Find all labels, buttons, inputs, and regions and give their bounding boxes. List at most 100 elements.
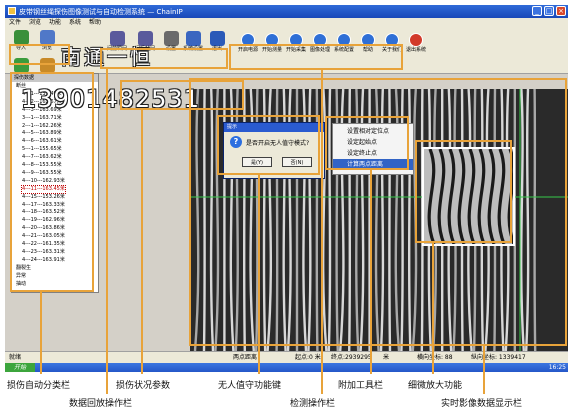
maximize-button[interactable]: □ [544,6,554,16]
distance-unit: 米 [383,354,390,361]
tree-item[interactable]: 4---17---163.33米 [22,202,65,209]
caption-auto-classify: 损伤自动分类栏 [7,381,71,391]
menu-set-start-point[interactable]: 设定起始点 [333,137,413,148]
dialog-title: 提示 [224,123,324,132]
tree-item[interactable]: 4---11---163.45米 [21,184,66,194]
horizontal-coordinate: 横向坐标: 88 [417,354,453,361]
magnifier-panel[interactable] [422,147,515,246]
tree-item[interactable]: 2---1---162.26米 [22,123,62,130]
magnified-image [427,149,513,244]
menu-system[interactable]: 系统 [69,18,81,27]
tree-item[interactable]: 5---1---155.65米 [22,146,62,153]
tree-title: 探伤数据 [12,74,98,82]
tree-item[interactable]: 翻裂生 [16,265,31,272]
import-icon [13,30,29,45]
menu-help[interactable]: 帮助 [89,18,101,27]
tree-item[interactable]: 4---23---163.31米 [22,249,65,256]
tree-item[interactable]: 3---1---163.71米 [22,115,62,122]
magnified-cord [507,149,513,244]
config-icon [337,33,351,47]
magnified-cord [487,149,496,244]
dialog-message: 是否开启无人值守模式? [246,140,310,147]
caption-extra-toolbar: 附加工具栏 [338,381,384,391]
distance-end: 终点:2939295 [331,354,372,361]
menu-set-end-point[interactable]: 设定终止点 [333,148,413,159]
app-icon [8,7,16,15]
watermark-phone: 13901482531 [21,85,200,113]
tree-item[interactable]: 4---7---163.62米 [22,154,62,161]
leader-line-image [483,346,485,394]
unattended-mode-dialog: 提示 ? 是否开启无人值守模式? 是(Y) 否(N) [223,122,325,179]
dialog-yes-button[interactable]: 是(Y) [242,157,272,167]
leader-line-playback [106,68,108,394]
dialog-no-button[interactable]: 否(N) [282,157,312,167]
tree-item[interactable]: 4---15---153.26米 [22,194,65,201]
start-button[interactable]: 开始 [5,363,35,372]
menu-bar: 文件 浏览 功能 系统 帮助 [5,18,568,27]
import-button[interactable]: 导入 [9,30,33,56]
capture-icon [289,33,303,47]
title-bar[interactable]: 皮带钢丝绳探伤图像测试与自动检测系统 — ChainIP _ □ × [5,5,568,18]
close-button[interactable]: × [556,6,566,16]
caption-detect-bar: 检测操作栏 [290,399,336,409]
status-text: 就绪 [9,354,22,361]
tree-item[interactable]: 4---10---162.93米 [22,178,65,185]
tree-item[interactable]: 4---8---153.55米 [22,162,62,169]
exit-system-button[interactable]: 退出系统 [402,33,430,57]
tree-item[interactable]: 4---22---161.35米 [22,241,65,248]
tree-item[interactable]: 4---24---163.91米 [22,257,65,264]
menu-calc-distance[interactable]: 计算两点距离 [333,159,413,170]
question-icon: ? [230,136,242,148]
distance-start: 起点:0 米 [295,354,321,361]
magnified-cord [457,149,466,244]
tree-item[interactable]: 4---21---163.05米 [22,233,65,240]
leader-line-tree [40,292,42,374]
steel-cord [202,89,206,351]
exit-button[interactable]: 退出 [205,31,229,57]
image-process-icon [313,33,327,47]
tree-item[interactable]: 4---20---163.86米 [22,225,65,232]
pause-icon [39,58,55,73]
power-icon [241,33,255,47]
exit-system-icon [409,33,423,47]
leader-line-params [141,110,143,374]
leader-line-detect [321,70,323,394]
menu-file[interactable]: 文件 [9,18,21,27]
watermark-name: 南通一恒 [61,45,153,69]
magnified-cord [437,149,446,244]
menu-browse[interactable]: 浏览 [29,18,41,27]
tree-item[interactable]: 4---18---163.52米 [22,209,65,216]
help-icon [361,33,375,47]
leader-line-contextmenu [370,170,372,374]
tree-item[interactable]: 4---6---163.61米 [22,138,62,145]
steel-cord [533,89,537,351]
leader-line-magnifier [432,243,434,374]
minimize-button[interactable]: _ [532,6,542,16]
context-menu: 设置相对定位点 设定起始点 设定终止点 计算两点距离 [332,123,414,175]
leader-line-dialog [258,175,260,374]
exit-icon [209,31,225,46]
tree-item[interactable]: 4---9---163.55米 [22,170,62,177]
tree-item[interactable]: 4---19---162.96米 [22,217,65,224]
system-settings-button[interactable]: 系统设置 [181,31,205,57]
tree-item[interactable]: 抽动 [16,281,26,288]
application-window: 皮带钢丝绳探伤图像测试与自动检测系统 — ChainIP _ □ × 文件 浏览… [5,5,568,372]
menu-set-reference-point[interactable]: 设置相对定位点 [333,126,413,137]
magnified-cord [497,149,506,244]
magnified-cord [427,149,436,244]
tree-item[interactable]: 异常 [16,273,26,280]
magnified-cord [447,149,456,244]
steel-cord [327,89,332,351]
menu-function[interactable]: 功能 [49,18,61,27]
browse-button[interactable]: 浏览 [35,30,59,56]
tree-item[interactable]: 4---5---163.89米 [22,130,62,137]
settings-button[interactable]: 设置 [159,31,183,57]
system-settings-icon [185,31,201,46]
distance-label: 两点距离 [233,354,258,361]
play-icon [13,58,29,73]
measure-icon [265,33,279,47]
caption-magnify: 细微放大功能 [408,381,463,391]
browse-icon [39,30,55,45]
magnified-cord [467,149,476,244]
vertical-coordinate: 纵向坐标: 1339417 [471,354,526,361]
